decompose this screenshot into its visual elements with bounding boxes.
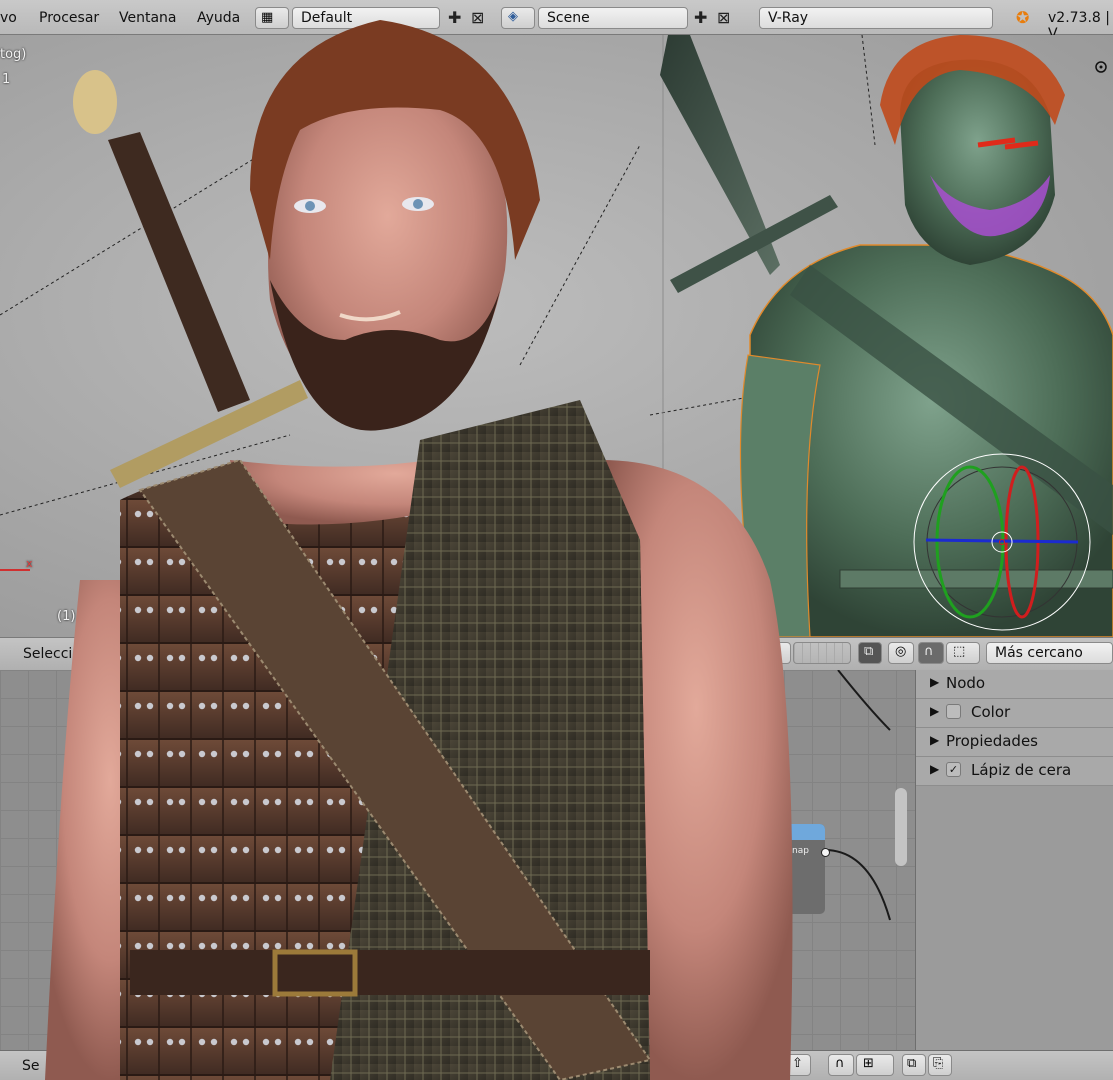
color-checkbox[interactable] [946,704,961,719]
sword-handle [108,132,250,412]
snap-mode-button[interactable]: ⊞ [856,1054,894,1076]
snap-cube-icon: ⬚ [953,644,966,659]
copy-nodes-button[interactable]: ⧉ [902,1054,926,1076]
proportional-circle-icon: ◎ [895,644,907,659]
expand-triangle-icon[interactable]: ▶ [930,733,939,747]
properties-sidebar: ▶ Nodo ▶ Color ▶ Propiedades ▶ ✓ Lápiz d… [915,670,1113,1050]
node-link [837,670,891,731]
panel-color-label: Color [971,703,1011,721]
node-editor-scrollbar[interactable] [895,788,907,866]
panel-grease-pencil-label: Lápiz de cera [971,761,1072,779]
panel-properties[interactable]: ▶ Propiedades [916,728,1113,757]
layers-grid[interactable] [793,642,851,664]
grease-pencil-checkbox[interactable]: ✓ [946,762,961,777]
lock-camera-button[interactable]: ⧉ [858,642,882,664]
rendered-character-overlay [45,20,793,1080]
panel-properties-label: Propiedades [946,732,1038,750]
expand-triangle-icon[interactable]: ▶ [930,762,939,776]
expand-triangle-icon[interactable]: ▶ [930,675,939,689]
copy-icon: ⧉ [907,1056,917,1071]
paste-icon: ⎘ [933,1056,944,1071]
snap-toggle-button[interactable]: ∩ [918,642,944,664]
magnet-icon: ∩ [924,644,934,659]
node-link [824,849,891,921]
snap-toggle-button[interactable]: ∩ [828,1054,854,1076]
paste-nodes-button[interactable]: ⎘ [928,1054,952,1076]
sword-pommel [73,70,117,134]
panel-node[interactable]: ▶ Nodo [916,670,1113,699]
panel-color[interactable]: ▶ Color [916,699,1113,728]
magnet-icon: ∩ [835,1056,845,1071]
proportional-edit-button[interactable]: ◎ [888,642,914,664]
belt [130,950,650,995]
node-output-socket[interactable] [821,848,830,857]
panel-grease-pencil[interactable]: ▶ ✓ Lápiz de cera [916,757,1113,786]
snap-grid-icon: ⊞ [863,1056,874,1071]
expand-triangle-icon[interactable]: ▶ [930,704,939,718]
belt-mesh [839,569,1113,589]
blender-window: vo Procesar Ventana Ayuda ▦ Default ✚ ⊠ … [0,0,1113,1080]
rotate-gizmo-z [925,538,1079,544]
blender-logo-icon: ✪ [1016,8,1030,27]
snap-target-select[interactable]: Más cercano [986,642,1113,664]
snap-mode-button[interactable]: ⬚ [946,642,980,664]
panel-node-label: Nodo [946,674,986,692]
lock-icon: ⧉ [864,644,874,659]
